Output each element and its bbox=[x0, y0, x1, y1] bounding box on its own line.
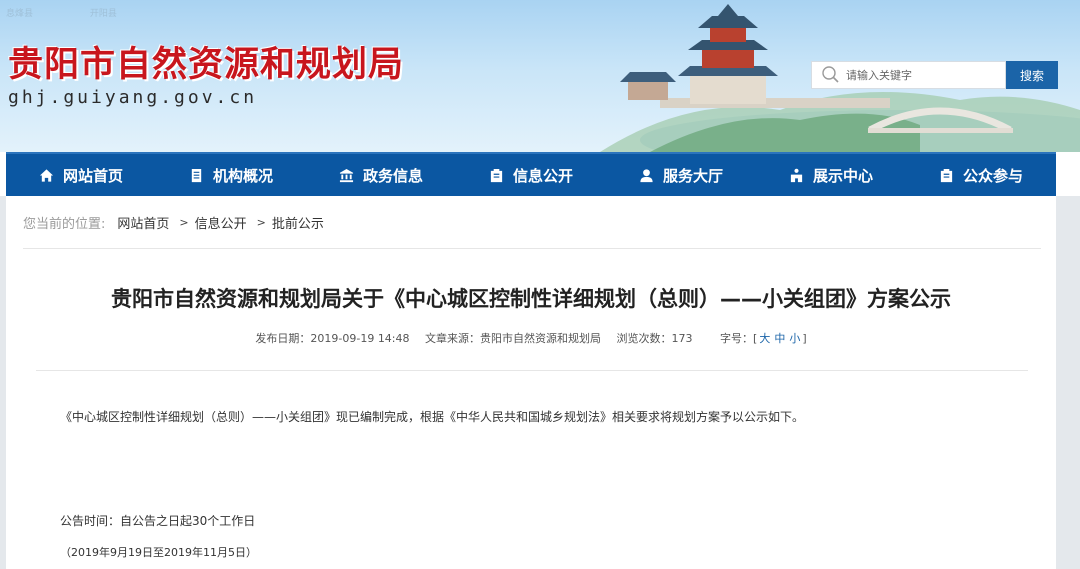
document-icon bbox=[191, 168, 202, 182]
font-size-medium[interactable]: 中 bbox=[774, 332, 785, 345]
search-button[interactable]: 搜索 bbox=[1006, 61, 1058, 89]
breadcrumb-link-disclosure[interactable]: 信息公开 bbox=[195, 213, 247, 232]
nav-item-label: 展示中心 bbox=[812, 166, 873, 185]
bank-icon bbox=[339, 168, 354, 182]
nav-item-about[interactable]: 机构概况 bbox=[156, 154, 306, 196]
nav-item-disclosure[interactable]: 信息公开 bbox=[456, 154, 606, 196]
map-label: 息烽县 bbox=[6, 9, 34, 19]
article-paragraph: 《中心城区控制性详细规划（总则）——小关组团》现已编制完成，根据《中华人民共和国… bbox=[60, 410, 805, 424]
breadcrumb-lead: 您当前的位置: bbox=[23, 217, 106, 232]
font-size-label: 字号：[ bbox=[720, 332, 758, 345]
map-labels: 息烽县 开阳县 bbox=[6, 6, 171, 19]
home-icon bbox=[39, 168, 54, 182]
divider bbox=[36, 370, 1028, 371]
publish-date: 发布日期：2019-09-19 14:48 bbox=[255, 332, 410, 345]
font-size-close: ] bbox=[802, 332, 807, 345]
article-title: 贵阳市自然资源和规划局关于《中心城区控制性详细规划（总则）——小关组团》方案公示 bbox=[111, 287, 951, 311]
breadcrumb-separator: > bbox=[179, 216, 189, 229]
divider bbox=[23, 248, 1041, 249]
nav-item-exhibition[interactable]: 展示中心 bbox=[756, 154, 906, 196]
announcement-period: 公告时间：自公告之日起30个工作日 bbox=[60, 514, 256, 528]
nav-item-label: 公众参与 bbox=[962, 166, 1023, 185]
search-input[interactable] bbox=[846, 63, 996, 87]
font-size-small[interactable]: 小 bbox=[789, 332, 800, 345]
nav-item-label: 信息公开 bbox=[512, 166, 573, 185]
nav-item-government-info[interactable]: 政务信息 bbox=[306, 154, 456, 196]
nav-item-label: 服务大厅 bbox=[662, 166, 723, 185]
article-panel: 您当前的位置: 网站首页 > 信息公开 > 批前公示 贵阳市自然资源和规划局关于… bbox=[6, 196, 1056, 569]
breadcrumb-link-home[interactable]: 网站首页 bbox=[117, 213, 169, 232]
display-icon bbox=[790, 168, 803, 182]
nav-item-home[interactable]: 网站首页 bbox=[6, 154, 156, 196]
font-size-large[interactable]: 大 bbox=[759, 332, 770, 345]
site-url: ghj.guiyang.gov.cn bbox=[8, 87, 258, 108]
user-icon bbox=[640, 168, 653, 182]
search-box[interactable] bbox=[811, 61, 1006, 89]
search-icon bbox=[822, 66, 839, 83]
clipboard-icon bbox=[940, 168, 953, 182]
header-banner: 息烽县 开阳县 贵阳市自然资源和规划局 ghj.guiyang.gov.cn 搜… bbox=[0, 0, 1080, 152]
nav-item-label: 机构概况 bbox=[212, 166, 273, 185]
article-meta: 发布日期：2019-09-19 14:48 文章来源：贵阳市自然资源和规划局 浏… bbox=[6, 330, 1056, 346]
nav-item-service-hall[interactable]: 服务大厅 bbox=[606, 154, 756, 196]
nav-item-label: 网站首页 bbox=[62, 166, 123, 185]
main-nav: 网站首页 机构概况 政务信息 信息公开 服务大厅 展示中心 公众参与 bbox=[6, 152, 1056, 196]
page-margin-right bbox=[1056, 196, 1080, 569]
view-count: 浏览次数：173 bbox=[616, 332, 693, 345]
nav-item-label: 政务信息 bbox=[362, 166, 423, 185]
map-label: 开阳县 bbox=[89, 9, 117, 19]
breadcrumb: 您当前的位置: 网站首页 > 信息公开 > 批前公示 bbox=[23, 213, 324, 232]
nav-item-public-participation[interactable]: 公众参与 bbox=[906, 154, 1056, 196]
breadcrumb-separator: > bbox=[256, 216, 266, 229]
breadcrumb-link-pre-approval[interactable]: 批前公示 bbox=[272, 213, 324, 232]
clipboard-icon bbox=[490, 168, 503, 182]
site-title: 贵阳市自然资源和规划局 bbox=[8, 44, 405, 85]
announcement-dates: （2019年9月19日至2019年11月5日） bbox=[60, 546, 257, 559]
article-source: 文章来源：贵阳市自然资源和规划局 bbox=[425, 332, 602, 345]
